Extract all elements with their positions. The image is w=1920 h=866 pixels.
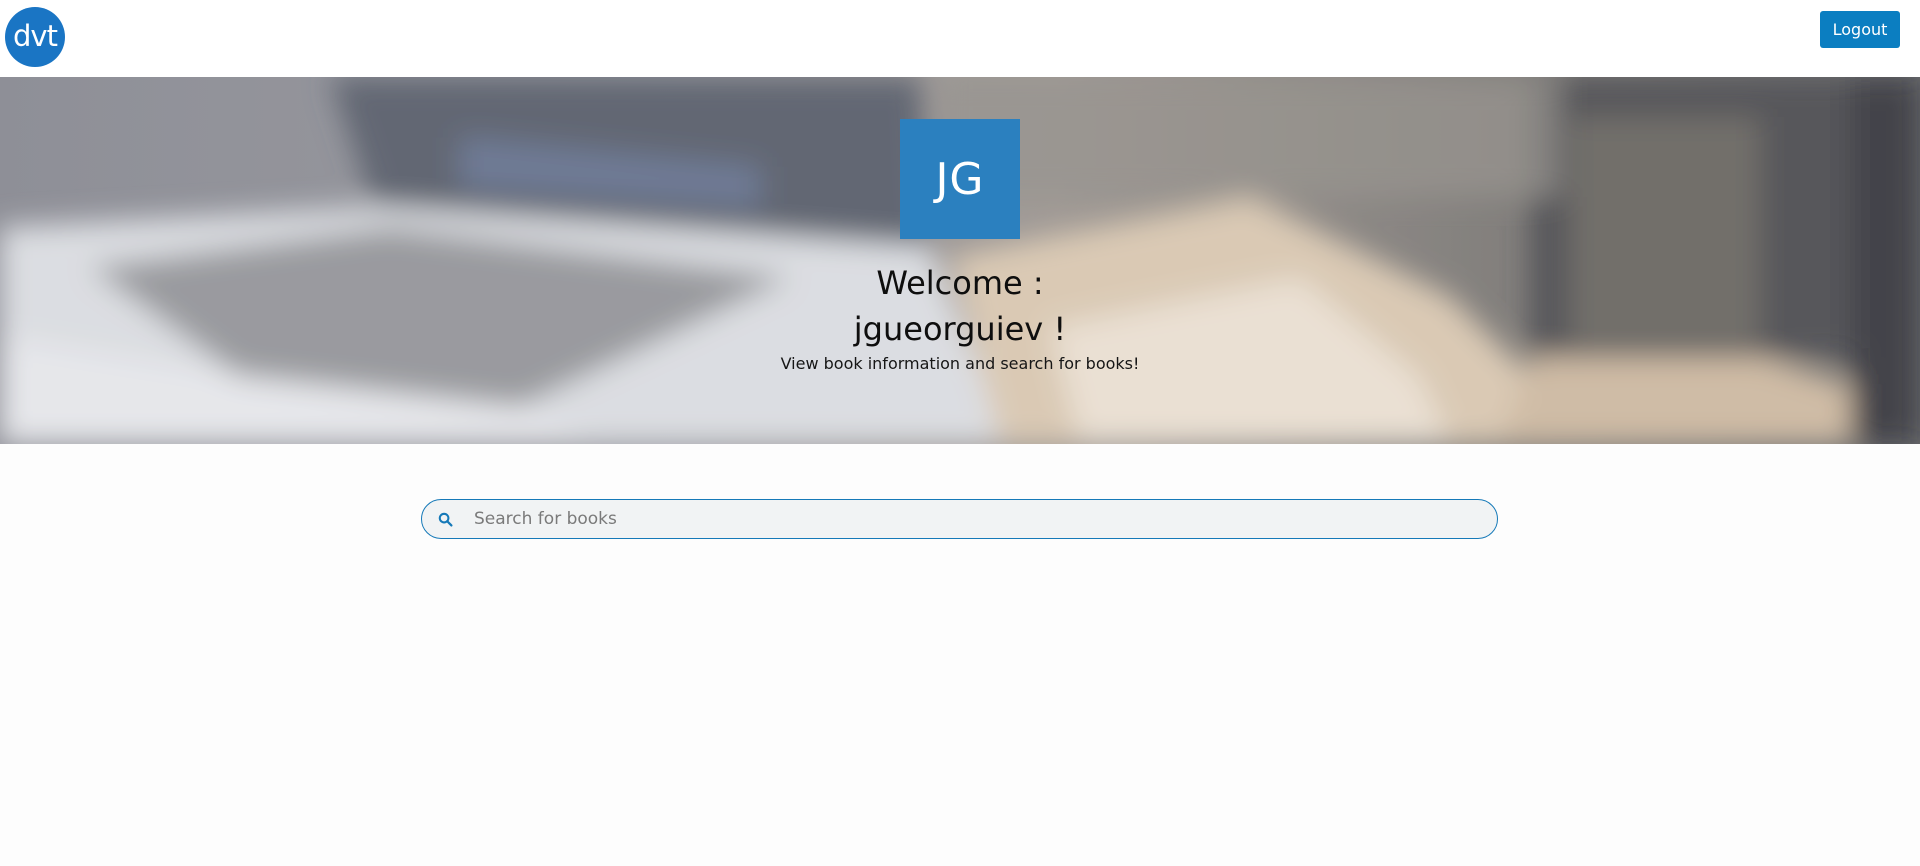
logo-text: dvt	[13, 18, 58, 53]
search-icon[interactable]	[435, 509, 455, 529]
avatar-initials: JG	[935, 153, 985, 205]
top-navbar: dvt Logout	[0, 0, 1920, 77]
search-bar[interactable]	[421, 499, 1498, 539]
user-avatar: JG	[900, 119, 1020, 239]
search-input[interactable]	[472, 500, 1497, 538]
welcome-username: jgueorguiev !	[853, 310, 1067, 348]
dvt-logo[interactable]: dvt	[5, 7, 65, 67]
welcome-label: Welcome :	[876, 264, 1044, 302]
logout-button[interactable]: Logout	[1820, 11, 1900, 48]
hero-subtitle: View book information and search for boo…	[780, 354, 1140, 373]
welcome-heading: Welcome : jgueorguiev !	[0, 260, 1920, 352]
hero-banner: JG Welcome : jgueorguiev ! View book inf…	[0, 77, 1920, 444]
